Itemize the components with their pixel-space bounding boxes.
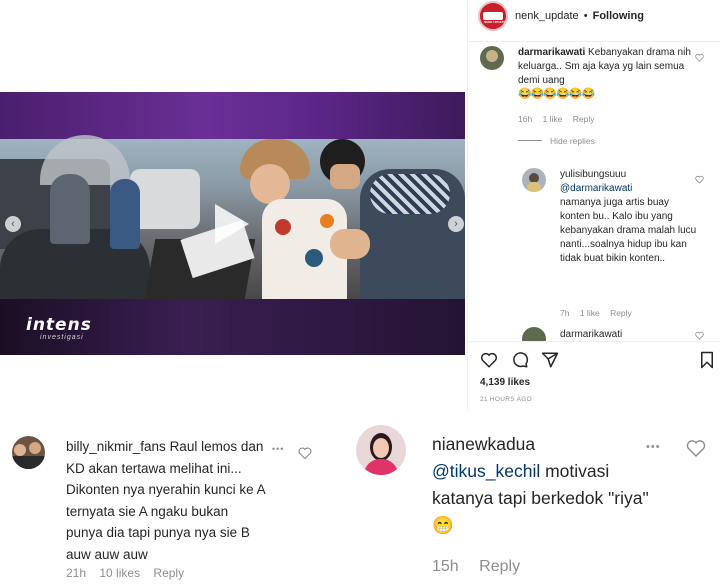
replier-avatar[interactable]: [522, 168, 546, 192]
billy-avatar[interactable]: [12, 436, 45, 469]
like-comment-icon[interactable]: [695, 53, 704, 62]
nianewkadua-mention[interactable]: @tikus_kechil: [432, 461, 540, 481]
nianewkadua-more-options-icon[interactable]: •••: [646, 441, 661, 453]
billy-comment-time: 21h: [66, 566, 87, 580]
reply-username[interactable]: yulisibungsuuu: [560, 168, 700, 182]
next-comment-username[interactable]: darmarikawati: [560, 329, 622, 340]
reply-meta: 7h 1 like Reply: [560, 308, 632, 318]
video-brand-logo: intens: [26, 315, 92, 335]
previous-arrow-icon[interactable]: ‹: [5, 216, 21, 232]
nianewkadua-avatar[interactable]: [356, 425, 406, 475]
billy-reply-button[interactable]: Reply: [153, 566, 184, 580]
billy-like-icon[interactable]: [298, 446, 312, 460]
reply-text: namanya juga artis buay konten bu.. Kalo…: [560, 197, 697, 264]
reply-body: yulisibungsuuu @darmarikawati namanya ju…: [560, 168, 700, 266]
avatar-logo-text: NENK UPDATE: [484, 20, 506, 24]
nianewkadua-comment: nianewkadua @tikus_kechil motivasi katan…: [432, 431, 664, 539]
nianewkadua-reply-button[interactable]: Reply: [479, 558, 520, 575]
billy-comment-text: Raul lemos dan KD akan tertawa melihat i…: [66, 439, 265, 562]
video-brand-subtitle: investigasi: [40, 334, 84, 341]
post-time-ago: 21 HOURS AGO: [480, 396, 533, 403]
comment-emojis: 😂😂😂😂😂😂: [518, 88, 595, 100]
next-arrow-icon[interactable]: ›: [448, 216, 464, 232]
comment-likes[interactable]: 1 like: [543, 114, 563, 124]
post-author-avatar[interactable]: NENK UPDATE: [478, 1, 508, 31]
share-icon[interactable]: [541, 351, 559, 369]
billy-comment-meta: 21h 10 likes Reply: [66, 566, 184, 580]
likes-count[interactable]: 4,139 likes: [480, 377, 530, 388]
reply-button[interactable]: Reply: [573, 114, 595, 124]
comment-body: darmarikawati Kebanyakan drama nih kelua…: [518, 46, 704, 88]
billy-comment: billy_nikmir_fans Raul lemos dan KD akan…: [66, 436, 268, 565]
billy-more-options-icon[interactable]: •••: [272, 444, 284, 454]
post-video[interactable]: intens investigasi ‹ ›: [0, 92, 465, 355]
comment-time: 16h: [518, 114, 533, 124]
billy-username[interactable]: billy_nikmir_fans: [66, 439, 166, 454]
hide-replies-button[interactable]: Hide replies: [550, 136, 595, 146]
reply-button[interactable]: Reply: [610, 308, 632, 318]
like-reply-icon[interactable]: [695, 175, 704, 184]
billy-comment-likes[interactable]: 10 likes: [99, 566, 140, 580]
comment-meta: 16h 1 like Reply: [518, 114, 595, 124]
nianewkadua-username[interactable]: nianewkadua: [432, 431, 664, 458]
post-header: nenk_update • Following: [515, 10, 644, 22]
reply-mention[interactable]: @darmarikawati: [560, 182, 700, 196]
comment-username[interactable]: darmarikawati: [518, 47, 585, 58]
grin-emoji: 😁: [432, 515, 454, 535]
post-side-panel: NENK UPDATE nenk_update • Following darm…: [467, 0, 720, 411]
nianewkadua-comment-meta: 15h Reply: [432, 558, 520, 576]
header-divider: [468, 41, 720, 42]
hide-replies-line: [518, 140, 542, 141]
comment-icon[interactable]: [511, 351, 529, 369]
nianewkadua-comment-time: 15h: [432, 558, 459, 575]
post-author-username[interactable]: nenk_update: [515, 10, 579, 22]
reply-likes[interactable]: 1 like: [580, 308, 600, 318]
like-next-comment-icon[interactable]: [695, 331, 704, 340]
video-top-banner: [0, 92, 465, 139]
like-icon[interactable]: [480, 351, 498, 369]
commenter-avatar[interactable]: [480, 46, 504, 70]
play-icon[interactable]: [205, 200, 253, 248]
save-icon[interactable]: [699, 351, 715, 369]
reply-time: 7h: [560, 308, 570, 318]
header-separator: •: [583, 10, 588, 22]
follow-status[interactable]: Following: [593, 10, 644, 22]
nianewkadua-like-icon[interactable]: [686, 438, 706, 458]
